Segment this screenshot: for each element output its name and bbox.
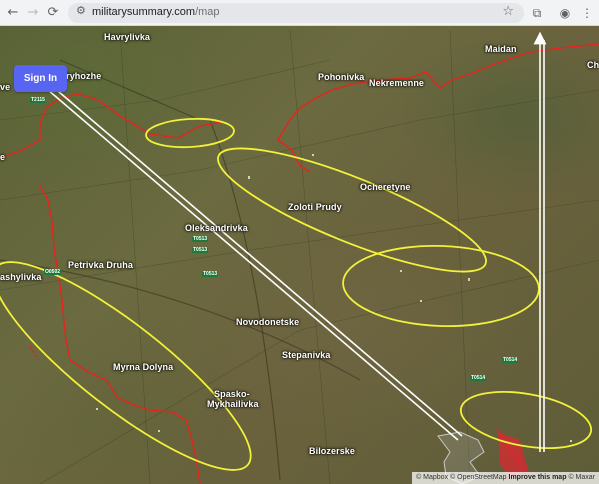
place-label[interactable]: Mykhailivka [207,399,259,409]
place-label[interactable]: Stepanivka [282,350,331,360]
site-settings-icon[interactable]: ⚙ [76,4,86,17]
maxar-attribution-link[interactable]: © Maxar [568,474,595,481]
place-label[interactable]: Spasko- [214,389,250,399]
map-attribution: © Mapbox © OpenStreetMap Improve this ma… [412,472,599,484]
place-label[interactable]: Ch [587,60,599,70]
place-label[interactable]: e [0,152,5,162]
road-label: O0502 [44,269,62,275]
sign-in-button[interactable]: Sign In [14,65,67,92]
reload-icon[interactable]: ⟳ [44,4,62,22]
map-canvas[interactable]: Havrylivka Maidan Ch ve Pryhozhe Pohoniv… [0,26,599,484]
url-path: /map [195,6,220,18]
browser-toolbar: ← → ⟳ ⚙ militarysummary.com/map ☆ ⧉ ◉ ⋮ [0,0,599,26]
profile-icon[interactable]: ◉ [556,4,574,22]
back-arrow-icon[interactable]: ← [4,4,22,22]
place-label[interactable]: Pohonivka [318,72,364,82]
highlight-ellipses [0,117,593,471]
place-label[interactable]: ashylivka [0,272,41,282]
forward-arrow-icon[interactable]: → [24,4,42,22]
road-label: T0513 [192,247,209,253]
road-label: T0514 [470,375,487,381]
place-label[interactable]: Myrna Dolyna [113,362,173,372]
place-label[interactable]: Nekremenne [369,78,424,88]
place-label[interactable]: Novodonetske [236,317,299,327]
place-label[interactable]: ve [0,82,10,92]
extensions-icon[interactable]: ⧉ [528,4,546,22]
address-bar[interactable]: ⚙ militarysummary.com/map ☆ [68,3,524,23]
road-label: T0513 [192,236,209,242]
road-label: T2115 [30,97,46,103]
road-label: T0513 [202,271,219,277]
url-text: militarysummary.com/map [92,6,220,18]
place-label[interactable]: Maidan [485,44,517,54]
road-label: T0514 [502,357,519,363]
direction-arrows [29,31,547,452]
place-label[interactable]: Petrivka Druha [68,260,133,270]
menu-icon[interactable]: ⋮ [578,4,596,22]
mapbox-attribution-link[interactable]: © Mapbox [416,474,448,481]
place-label[interactable]: Havrylivka [104,32,150,42]
osm-attribution-link[interactable]: © OpenStreetMap [450,474,507,481]
place-label[interactable]: Bilozerske [309,446,355,456]
place-label[interactable]: Zoloti Prudy [288,202,342,212]
place-label[interactable]: Ocheretyne [360,182,411,192]
url-domain: militarysummary.com [92,6,196,18]
bookmark-star-icon[interactable]: ☆ [502,4,514,19]
improve-map-link[interactable]: Improve this map [509,474,567,481]
place-label[interactable]: Oleksandrivka [185,223,248,233]
map-overlay [0,29,599,484]
